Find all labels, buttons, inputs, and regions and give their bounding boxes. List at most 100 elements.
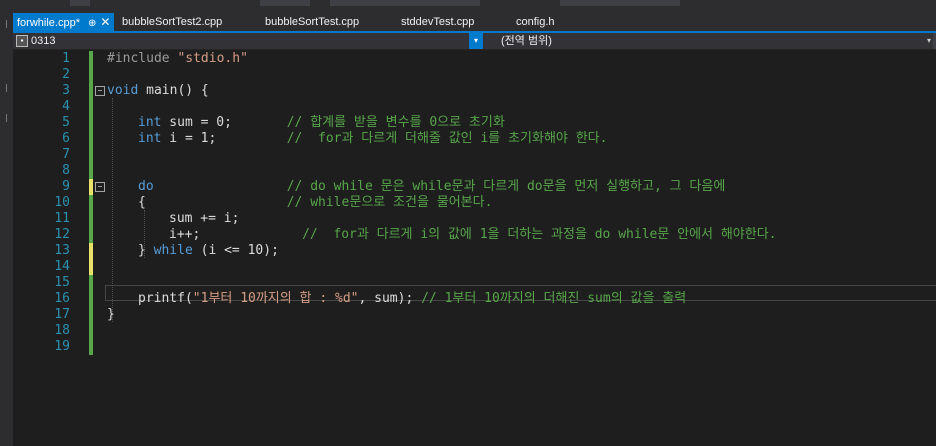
line-number: 13 [54, 243, 70, 258]
code-line[interactable]: 12 i++; // for과 다르게 i의 값에 1을 더하는 과정을 do w… [13, 227, 936, 243]
code-line[interactable]: 15 [13, 275, 936, 291]
tab-forwhile-cpp[interactable]: forwhile.cpp* ⊕ ✕ [13, 13, 115, 33]
change-marker [89, 99, 93, 115]
line-number: 19 [54, 339, 70, 354]
line-number: 17 [54, 307, 70, 322]
change-marker [89, 323, 93, 339]
code-token: } [138, 243, 154, 258]
code-text: } while (i <= 10); [138, 243, 279, 259]
code-text: { // while문으로 조건을 물어본다. [138, 195, 492, 211]
code-text: i++; // for과 다르게 i의 값에 1을 더하는 과정을 do whi… [169, 227, 777, 243]
code-token: // for과 다르게 더해줄 값인 i를 초기화해야 한다. [286, 131, 608, 146]
code-line[interactable]: 10 { // while문으로 조건을 물어본다. [13, 195, 936, 211]
change-marker [89, 275, 93, 291]
code-line[interactable]: 2 [13, 67, 936, 83]
collapse-icon[interactable]: − [95, 86, 105, 96]
document-tab-bar: forwhile.cpp* ⊕ ✕ bubbleSortTest2.cpp bubb… [13, 13, 936, 33]
change-marker [89, 83, 93, 99]
line-number: 2 [62, 67, 70, 82]
code-token: while [153, 243, 193, 258]
code-token: printf( [138, 291, 193, 306]
code-line[interactable]: 7 [13, 147, 936, 163]
tab-label: forwhile.cpp* [17, 17, 80, 29]
code-editor[interactable]: 1 #include "stdio.h" 2 3− void main() {4 5 int… [13, 50, 936, 446]
code-token: // for과 다르게 i의 값에 1을 더하는 과정을 do while문 안… [302, 227, 777, 242]
code-token: #include [107, 51, 178, 66]
line-number: 6 [62, 131, 70, 146]
toolbar-fragment [560, 0, 680, 6]
code-token: // while문으로 조건을 물어본다. [286, 195, 493, 210]
code-token: , sum); [358, 291, 422, 306]
change-marker [89, 227, 93, 243]
code-line[interactable]: 11 sum += i; [13, 211, 936, 227]
code-text: void main() { [107, 83, 209, 99]
code-line[interactable]: 17} [13, 307, 936, 323]
code-line[interactable]: 14 [13, 259, 936, 275]
change-marker [89, 115, 93, 131]
code-text: #include "stdio.h" [107, 51, 248, 67]
code-line[interactable]: 1 #include "stdio.h" [13, 51, 936, 67]
change-marker [89, 67, 93, 83]
side-panel-label[interactable]: | [2, 19, 11, 28]
line-number: 1 [62, 51, 70, 66]
line-number: 18 [54, 323, 70, 338]
side-panel-label[interactable]: | [2, 83, 11, 92]
change-marker [89, 211, 93, 227]
code-line[interactable]: 3 − void main() { [13, 83, 936, 99]
code-token: } [107, 307, 115, 322]
code-line[interactable]: 9 − do // do while 문은 while문과 다르게 do문을 먼저 … [13, 179, 936, 195]
change-marker [89, 243, 93, 259]
code-token: int [138, 131, 162, 146]
code-token: // do while 문은 while문과 다르게 do문을 먼저 실행하고,… [286, 179, 726, 194]
code-token: (i <= 10); [192, 243, 279, 258]
member-scope-dropdown[interactable]: (전역 범위) ▾ [483, 33, 933, 49]
code-token: "1부터 10까지의 합 : %d" [192, 291, 359, 306]
change-marker [89, 179, 93, 195]
code-line[interactable]: 5 int sum = 0; // 합계를 받을 변수를 0으로 초기화 [13, 115, 936, 131]
code-line[interactable]: 8 [13, 163, 936, 179]
tab-config-h[interactable]: config.h [516, 13, 555, 31]
tab-bubblesorttest2-cpp[interactable]: bubbleSortTest2.cpp [122, 13, 222, 31]
code-line[interactable]: 18 [13, 323, 936, 339]
change-marker [89, 51, 93, 67]
code-line[interactable]: 16 printf("1부터 10까지의 합 : %d", sum); // 1부… [13, 291, 936, 307]
code-text: int sum = 0; // 합계를 받을 변수를 0으로 초기화 [138, 115, 505, 131]
change-marker [89, 307, 93, 323]
line-number: 11 [54, 211, 70, 226]
line-number: 16 [54, 291, 70, 306]
code-line[interactable]: 4 [13, 99, 936, 115]
code-text: sum += i; [169, 211, 239, 227]
code-line[interactable]: 13} while (i <= 10); [13, 243, 936, 259]
tab-label: bubbleSortTest2.cpp [122, 16, 223, 28]
tab-stddevtest-cpp[interactable]: stddevTest.cpp [401, 13, 474, 31]
project-scope-dropdown[interactable]: ▪ 0313 [13, 33, 469, 49]
code-token: do [138, 179, 154, 194]
pin-icon[interactable]: ⊕ [88, 15, 96, 33]
change-marker [89, 291, 93, 307]
code-line[interactable]: 6 int i = 1; // for과 다르게 더해줄 값인 i를 초기화해야 … [13, 131, 936, 147]
code-token: i = 1; [161, 131, 287, 146]
toolbar-fragment [260, 0, 310, 6]
chevron-down-icon[interactable]: ▾ [469, 33, 483, 49]
line-number: 5 [62, 115, 70, 130]
code-token: "stdio.h" [177, 51, 248, 66]
collapse-icon[interactable]: − [95, 182, 105, 192]
member-scope-value: (전역 범위) [501, 35, 552, 47]
change-marker [89, 163, 93, 179]
tab-label: config.h [516, 16, 555, 28]
code-line[interactable]: 19 [13, 339, 936, 355]
code-token: void [107, 83, 139, 98]
line-number: 3 [62, 83, 70, 98]
code-token: i++; [169, 227, 303, 242]
side-panel-label[interactable]: | [2, 113, 11, 122]
chevron-down-icon[interactable]: ▾ [927, 33, 931, 49]
tab-bubblesorttest-cpp[interactable]: bubbleSortTest.cpp [265, 13, 359, 31]
line-number: 10 [54, 195, 70, 210]
change-marker [89, 131, 93, 147]
side-tool-strip[interactable]: | | | [0, 13, 13, 446]
code-token: { [138, 195, 287, 210]
code-token: // 1부터 10까지의 더해진 sum의 값을 출력 [421, 291, 687, 306]
line-number: 14 [54, 259, 70, 274]
close-icon[interactable]: ✕ [100, 13, 110, 31]
